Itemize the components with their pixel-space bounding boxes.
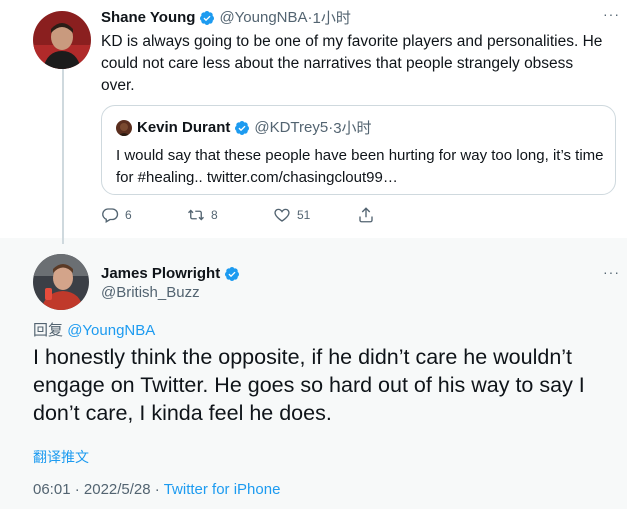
replying-to-label: 回复 [33, 322, 64, 339]
translate-tweet-link[interactable]: 翻译推文 [33, 447, 89, 467]
author-name[interactable]: Shane Young [101, 9, 195, 26]
author-handle[interactable]: @YoungNBA [219, 9, 307, 26]
thread-connector-line [62, 68, 64, 244]
like-button[interactable]: 51 [273, 206, 310, 224]
verified-badge-icon [235, 120, 250, 135]
quoted-tweet-header: Kevin Durant @KDTrey5 · 3小时 [116, 117, 372, 138]
timestamp[interactable]: 1小时 [313, 7, 351, 28]
retweet-count: 8 [211, 208, 218, 222]
replying-to-link[interactable]: @YoungNBA [67, 322, 155, 339]
avatar[interactable] [33, 254, 89, 310]
quoted-author-handle: @KDTrey5 [254, 119, 329, 136]
heart-icon [274, 208, 290, 222]
verified-badge-icon [200, 10, 215, 25]
tweet-header: Shane Young @YoungNBA · 1小时 [101, 7, 351, 28]
quoted-avatar [116, 119, 132, 136]
separator: · [74, 481, 80, 498]
more-options-icon[interactable]: ··· [603, 6, 620, 22]
separator: · [154, 481, 160, 498]
reply-author-handle[interactable]: @British_Buzz [101, 284, 200, 301]
tweet-metadata: 06:01 · 2022/5/28 · Twitter for iPhone [33, 481, 280, 498]
reply-header: James Plowright [101, 265, 244, 282]
tweet-time[interactable]: 06:01 [33, 481, 71, 498]
share-button[interactable] [357, 206, 381, 224]
avatar[interactable] [33, 11, 91, 69]
tweet-actions: 6 8 51 [101, 206, 401, 228]
tweet-text: KD is always going to be one of my favor… [101, 33, 603, 94]
reply-text: I honestly think the opposite, if he did… [33, 345, 585, 425]
tweet-source-link[interactable]: Twitter for iPhone [164, 481, 281, 498]
more-options-icon[interactable]: ··· [603, 264, 620, 280]
retweet-button[interactable]: 8 [187, 206, 218, 224]
reply-button[interactable]: 6 [101, 206, 132, 224]
reply-count: 6 [125, 208, 132, 222]
quoted-tweet-text: I would say that these people have been … [116, 147, 604, 186]
like-count: 51 [297, 208, 311, 222]
reply-icon [102, 208, 119, 223]
share-icon [359, 207, 373, 223]
quoted-timestamp: 3小时 [333, 120, 372, 137]
quoted-tweet[interactable]: Kevin Durant @KDTrey5 · 3小时 I would say … [101, 105, 616, 195]
replying-to: 回复 @YoungNBA [33, 319, 155, 340]
reply-author-name[interactable]: James Plowright [101, 265, 220, 282]
verified-badge-icon [225, 266, 240, 281]
quoted-author-name: Kevin Durant [137, 119, 231, 136]
tweet-date[interactable]: 2022/5/28 [84, 481, 151, 498]
retweet-icon [188, 209, 204, 221]
